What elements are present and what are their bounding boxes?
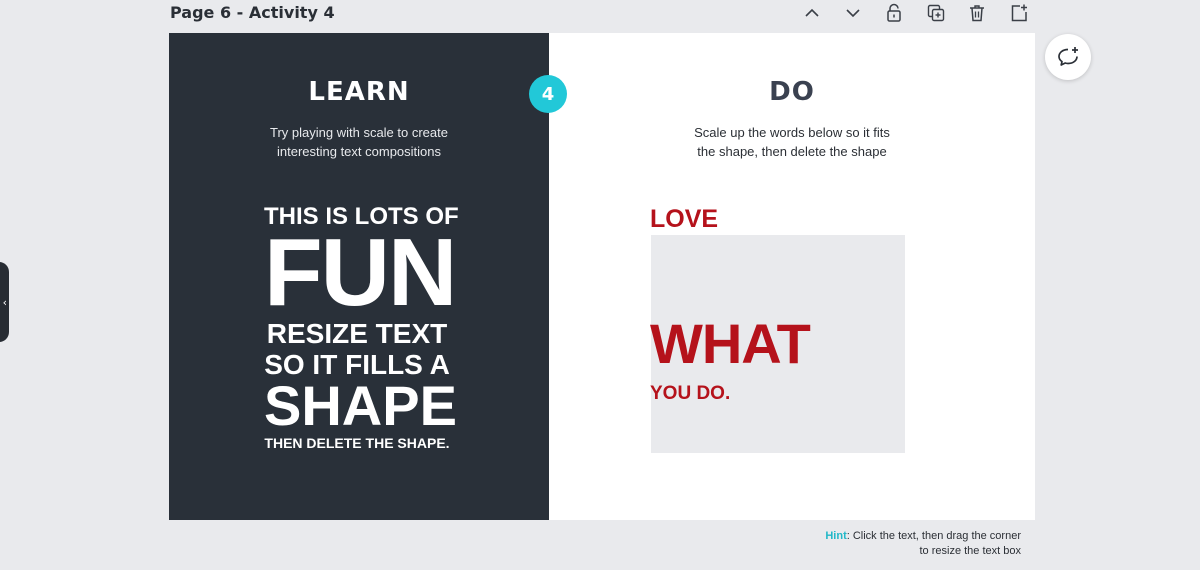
do-description[interactable]: Scale up the words below so it fits the … <box>639 123 945 161</box>
trash-icon <box>970 5 984 22</box>
chevron-down-icon <box>846 9 860 18</box>
hint-line-2: to resize the text box <box>919 545 1022 557</box>
move-page-up-button[interactable] <box>799 1 825 25</box>
hint-line-1: Hint: Click the text, then drag the corn… <box>761 529 1021 544</box>
hint-text: Hint: Click the text, then drag the corn… <box>761 529 1021 559</box>
step-number-badge[interactable]: 4 <box>529 75 567 113</box>
learn-title[interactable]: LEARN <box>169 77 549 107</box>
poster-line-2: FUN <box>264 219 457 326</box>
poster-line-6: THEN DELETE THE SHAPE. <box>264 435 450 451</box>
chevron-left-icon: ‹ <box>2 295 7 309</box>
add-page-icon <box>1011 4 1027 22</box>
chevron-up-icon <box>805 8 819 17</box>
do-title[interactable]: DO <box>549 77 1035 107</box>
example-text-poster[interactable]: THIS IS LOTS OF FUN RESIZE TEXT SO IT FI… <box>264 205 459 454</box>
hint-label: Hint <box>825 530 847 542</box>
add-comment-icon <box>1058 47 1078 66</box>
unlock-icon <box>887 3 901 22</box>
learn-panel[interactable]: LEARN Try playing with scale to create i… <box>169 33 549 520</box>
text-love[interactable]: LOVE <box>650 205 718 234</box>
duplicate-page-button[interactable] <box>923 1 949 25</box>
design-canvas[interactable]: LEARN Try playing with scale to create i… <box>169 33 1035 520</box>
delete-page-button[interactable] <box>964 1 990 25</box>
learn-description[interactable]: Try playing with scale to create interes… <box>209 123 509 161</box>
do-description-line-2: the shape, then delete the shape <box>697 144 887 159</box>
poster-line-5: SHAPE <box>264 374 457 437</box>
duplicate-icon <box>927 4 945 22</box>
learn-description-line-1: Try playing with scale to create <box>270 125 448 140</box>
do-description-line-1: Scale up the words below so it fits <box>694 125 890 140</box>
add-page-button[interactable] <box>1006 1 1032 25</box>
side-panel-toggle[interactable]: ‹ <box>0 262 9 342</box>
hint-bar: Hint: Click the text, then drag the corn… <box>169 520 1035 565</box>
add-comment-button[interactable] <box>1045 34 1091 80</box>
text-you-do[interactable]: YOU DO. <box>650 383 730 405</box>
move-page-down-button[interactable] <box>840 1 866 25</box>
lock-page-button[interactable] <box>881 1 907 25</box>
text-what[interactable]: WHAT <box>650 311 811 376</box>
hint-line-1-text: : Click the text, then drag the corner <box>846 530 1021 542</box>
page-title: Page 6 - Activity 4 <box>170 3 335 22</box>
page-header: Page 6 - Activity 4 <box>0 0 1200 32</box>
learn-description-line-2: interesting text compositions <box>276 144 442 159</box>
poster-line-3: RESIZE TEXT <box>266 318 448 349</box>
